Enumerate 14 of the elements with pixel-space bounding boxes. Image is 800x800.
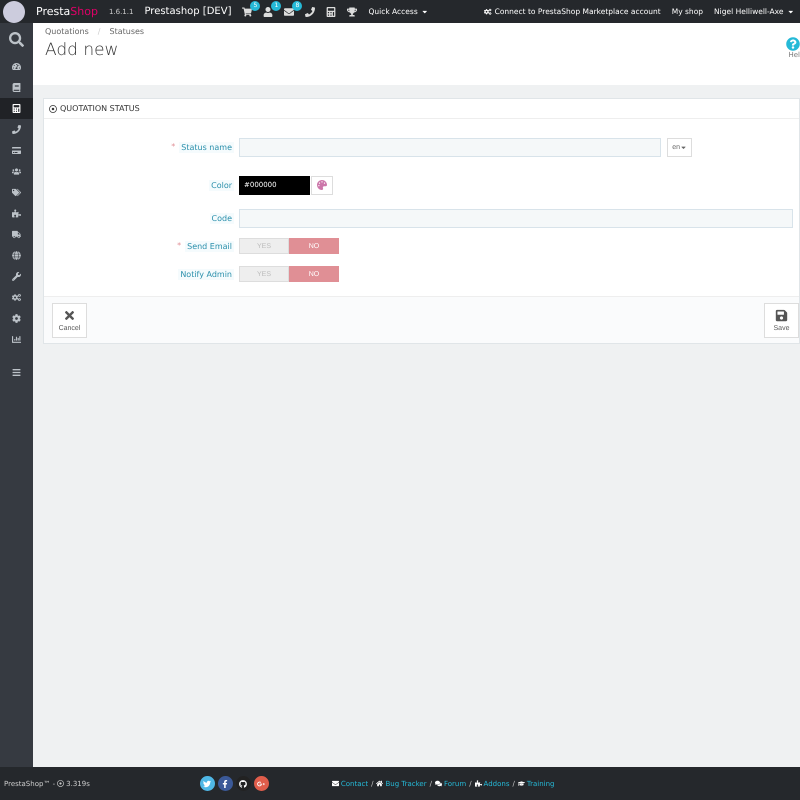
shop-title: Prestashop [DEV] [144, 6, 232, 17]
required-asterisk: * [177, 240, 182, 252]
brand-name: PrestaShop [36, 5, 98, 18]
breadcrumb-separator: / [98, 27, 100, 36]
field-label: Send Email [185, 240, 234, 252]
panel-title: QUOTATION STATUS [60, 104, 140, 113]
page-title: Add new [45, 40, 120, 60]
field-label: Code [210, 212, 234, 224]
field-label: Color [209, 180, 234, 190]
field-label: Notify Admin [178, 268, 234, 280]
breadcrumb-link[interactable]: Quotations [45, 27, 89, 36]
field-label: Status name [179, 142, 234, 152]
breadcrumb-link[interactable]: Statuses [110, 27, 144, 36]
required-asterisk: * [171, 142, 176, 152]
